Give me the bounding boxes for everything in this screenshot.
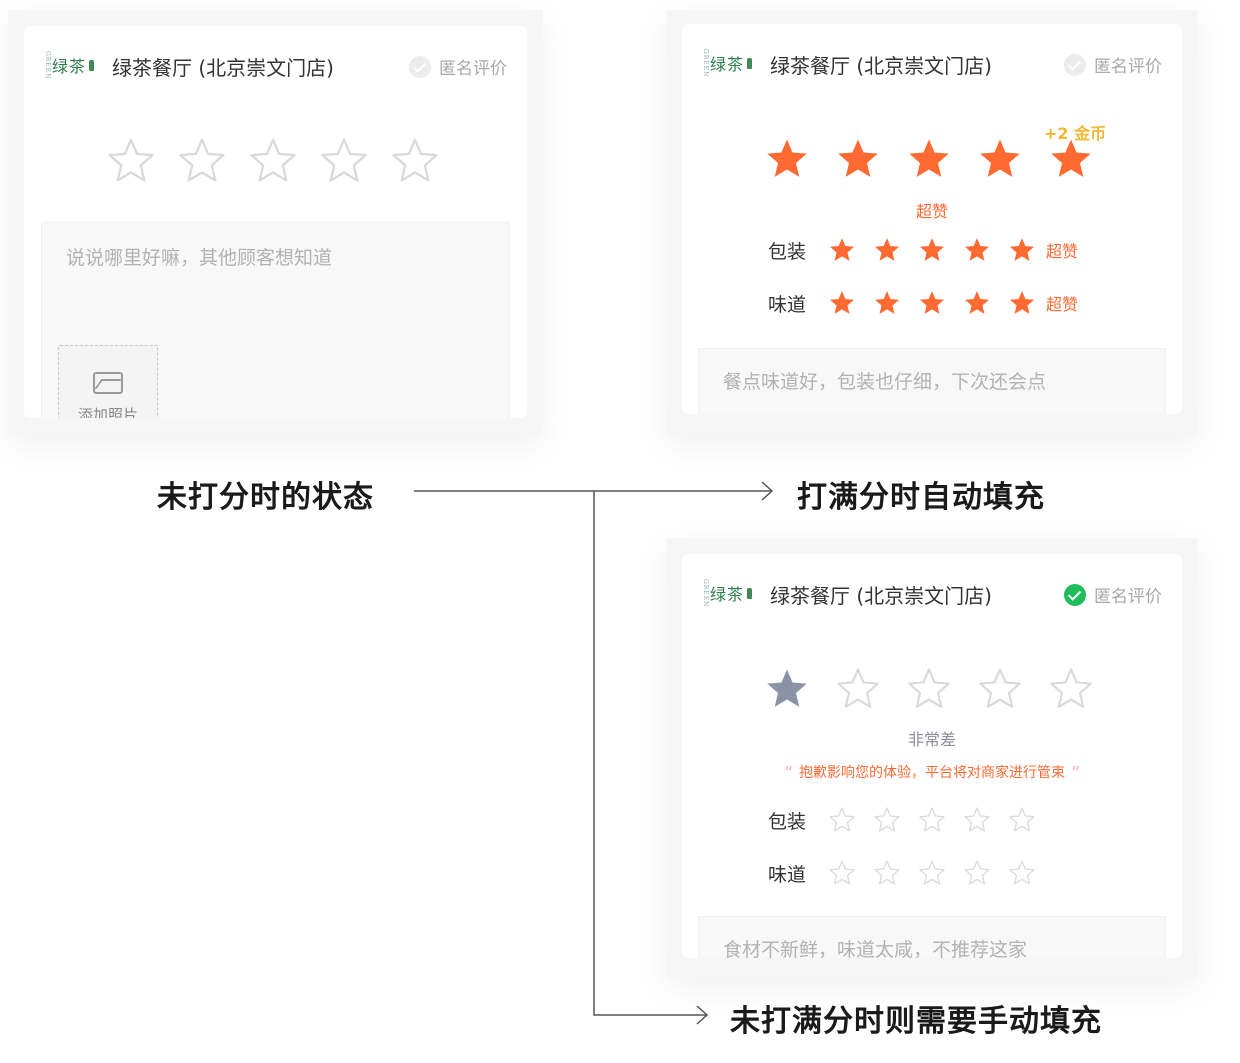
anonymous-label: 匿名评价 <box>1094 57 1162 77</box>
sub-rating-text: 超赞 <box>1046 242 1079 261</box>
sub-rating-text: 超赞 <box>1046 295 1079 314</box>
star-empty-icon[interactable] <box>835 666 881 712</box>
star-filled-icon[interactable] <box>918 289 946 317</box>
apology-text: 抱歉影响您的体验，平台将对商家进行管束 <box>799 765 1065 781</box>
star-filled-icon[interactable] <box>1008 236 1036 264</box>
anonymous-toggle[interactable]: 匿名评价 <box>409 54 507 79</box>
star-empty-icon[interactable] <box>1048 666 1094 712</box>
star-filled-icon[interactable] <box>835 136 881 182</box>
sub-rating-label: 包装 <box>768 810 807 833</box>
sub-rating-taste: 味道 超赞 <box>768 289 1078 317</box>
card-full-rating: GREEN 绿茶 绿茶餐厅 (北京崇文门店) 匿名评价 +2 金币 超赞 包装 超… <box>682 24 1182 414</box>
star-empty-icon[interactable] <box>1008 859 1036 887</box>
star-filled-icon[interactable] <box>1008 289 1036 317</box>
store-logo: GREEN 绿茶 <box>702 579 753 607</box>
review-placeholder: 说说哪里好嘛，其他顾客想知道 <box>66 247 333 269</box>
star-empty-icon[interactable] <box>906 666 952 712</box>
review-text: 餐点味道好，包装也仔细，下次还会点 <box>723 371 1047 393</box>
rating-text: 超赞 <box>915 202 948 221</box>
star-filled-icon[interactable] <box>873 289 901 317</box>
sub-rating-stars[interactable] <box>828 236 1036 264</box>
star-empty-icon[interactable] <box>390 136 440 186</box>
star-empty-icon[interactable] <box>963 859 991 887</box>
overall-rating-stars[interactable] <box>764 136 1094 182</box>
star-empty-icon[interactable] <box>177 136 227 186</box>
star-filled-icon[interactable] <box>828 289 856 317</box>
star-empty-icon[interactable] <box>873 806 901 834</box>
anonymous-toggle[interactable]: 匿名评价 <box>1064 52 1162 77</box>
store-header: GREEN 绿茶 绿茶餐厅 (北京崇文门店) 匿名评价 <box>24 26 527 86</box>
star-empty-icon[interactable] <box>918 859 946 887</box>
star-empty-icon[interactable] <box>106 136 156 186</box>
overall-rating-stars[interactable] <box>764 666 1094 712</box>
star-filled-icon[interactable] <box>764 666 810 712</box>
star-empty-icon[interactable] <box>1008 806 1036 834</box>
star-empty-icon[interactable] <box>918 806 946 834</box>
sub-rating-label: 包装 <box>768 240 807 263</box>
store-logo: GREEN 绿茶 <box>702 49 753 77</box>
quote-open-icon: “ <box>783 763 793 784</box>
caption-low-rating: 未打满分时则需要手动填充 <box>730 1004 1102 1039</box>
sub-rating-label: 味道 <box>768 863 807 886</box>
store-logo: GREEN 绿茶 <box>44 51 95 79</box>
anonymous-label: 匿名评价 <box>439 59 507 79</box>
sub-rating-label: 味道 <box>768 293 807 316</box>
sub-rating-stars[interactable] <box>828 806 1036 834</box>
star-filled-icon[interactable] <box>977 136 1023 182</box>
review-textarea[interactable]: 说说哪里好嘛，其他顾客想知道 添加照片 <box>41 222 510 418</box>
star-filled-icon[interactable] <box>828 236 856 264</box>
star-empty-icon[interactable] <box>319 136 369 186</box>
add-photo-label: 添加照片 <box>77 406 138 418</box>
caption-full-rating: 打满分时自动填充 <box>797 480 1045 515</box>
review-textarea[interactable]: 食材不新鲜，味道太咸，不推荐这家 <box>698 916 1166 958</box>
star-filled-icon[interactable] <box>906 136 952 182</box>
store-name: 绿茶餐厅 (北京崇文门店) <box>112 56 334 80</box>
add-photo-button[interactable]: 添加照片 <box>58 345 158 418</box>
anonymous-toggle[interactable]: 匿名评价 <box>1064 582 1162 607</box>
check-circle-icon[interactable] <box>409 55 431 78</box>
sub-rating-packaging: 包装 超赞 <box>768 236 1078 264</box>
store-header: GREEN 绿茶 绿茶餐厅 (北京崇文门店) 匿名评价 <box>682 24 1182 84</box>
star-filled-icon[interactable] <box>873 236 901 264</box>
star-filled-icon[interactable] <box>963 236 991 264</box>
star-filled-icon[interactable] <box>918 236 946 264</box>
star-empty-icon[interactable] <box>828 859 856 887</box>
star-filled-icon[interactable] <box>1048 136 1094 182</box>
card-unrated: GREEN 绿茶 绿茶餐厅 (北京崇文门店) 匿名评价 说说哪里好嘛，其他顾客想知… <box>24 26 527 418</box>
store-header: GREEN 绿茶 绿茶餐厅 (北京崇文门店) 匿名评价 <box>682 554 1182 614</box>
image-icon <box>93 372 123 394</box>
store-name: 绿茶餐厅 (北京崇文门店) <box>770 584 992 608</box>
star-empty-icon[interactable] <box>828 806 856 834</box>
review-textarea[interactable]: 餐点味道好，包装也仔细，下次还会点 <box>698 348 1166 414</box>
apology-message: “ 抱歉影响您的体验，平台将对商家进行管束 ” <box>682 762 1182 784</box>
sub-rating-stars[interactable] <box>828 859 1036 887</box>
caption-unrated: 未打分时的状态 <box>157 480 374 515</box>
star-empty-icon[interactable] <box>977 666 1023 712</box>
sub-rating-packaging: 包装 <box>768 806 1036 834</box>
overall-rating-stars[interactable] <box>106 136 440 186</box>
star-filled-icon[interactable] <box>764 136 810 182</box>
store-name: 绿茶餐厅 (北京崇文门店) <box>770 54 992 78</box>
star-empty-icon[interactable] <box>963 806 991 834</box>
star-empty-icon[interactable] <box>248 136 298 186</box>
check-circle-icon[interactable] <box>1064 53 1086 76</box>
star-filled-icon[interactable] <box>963 289 991 317</box>
star-empty-icon[interactable] <box>873 859 901 887</box>
card-low-rating: GREEN 绿茶 绿茶餐厅 (北京崇文门店) 匿名评价 非常差 “ 抱歉影响您的体验… <box>682 554 1182 958</box>
sub-rating-stars[interactable] <box>828 289 1036 317</box>
rating-text: 非常差 <box>907 730 956 749</box>
sub-rating-taste: 味道 <box>768 859 1036 887</box>
check-circle-icon[interactable] <box>1064 583 1086 606</box>
quote-close-icon: ” <box>1071 763 1081 784</box>
anonymous-label: 匿名评价 <box>1094 587 1162 607</box>
review-text: 食材不新鲜，味道太咸，不推荐这家 <box>723 939 1028 958</box>
